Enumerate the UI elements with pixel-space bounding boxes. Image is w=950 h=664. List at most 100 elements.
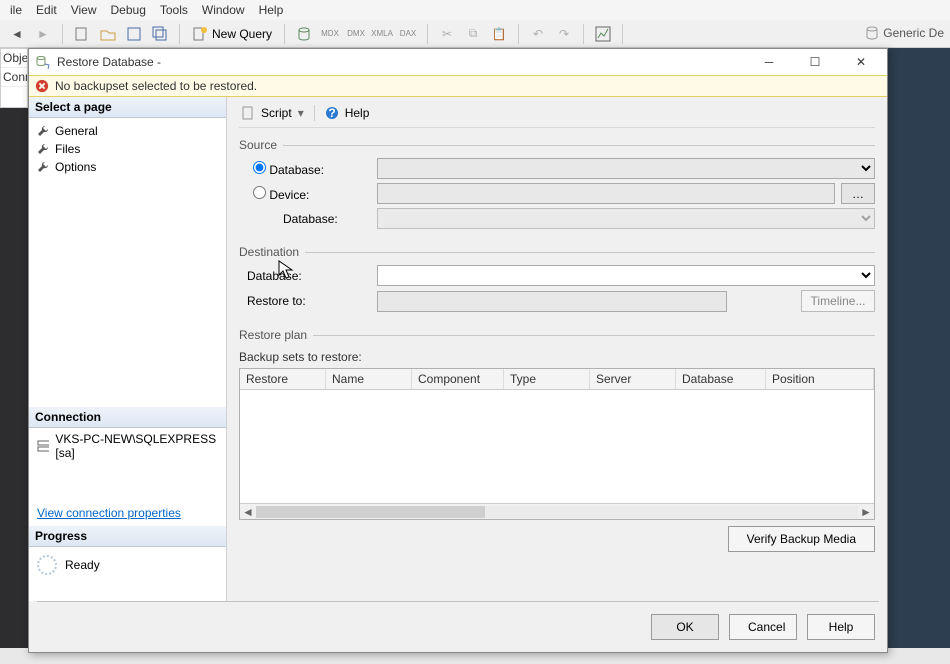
app-menubar: ile Edit View Debug Tools Window Help [0, 0, 950, 20]
script-button[interactable]: Script [261, 106, 292, 120]
dialog-title: Restore Database - [57, 55, 743, 69]
error-icon [35, 79, 49, 93]
progress-status: Ready [29, 547, 226, 583]
menu-file[interactable]: ile [10, 3, 22, 17]
dialog-sidebar: Select a page General Files Options Conn… [29, 97, 227, 601]
svg-text:?: ? [328, 106, 335, 120]
xmla-button[interactable]: XMLA [371, 23, 393, 45]
help-icon: ? [325, 106, 339, 120]
restore-to-field [377, 291, 727, 312]
nav-fwd-icon: ► [32, 23, 54, 45]
backup-sets-label: Backup sets to restore: [239, 348, 875, 368]
new-project-icon[interactable] [71, 23, 93, 45]
object-explorer-fragment: Obje Conn [0, 48, 28, 108]
sidebar-item-files[interactable]: Files [29, 140, 226, 158]
script-icon [241, 106, 255, 120]
cancel-button[interactable]: Cancel [729, 614, 797, 640]
restore-icon [35, 54, 51, 70]
dest-database-label: Database: [247, 269, 302, 283]
scroll-right-icon[interactable]: ► [858, 505, 874, 519]
browse-device-button[interactable]: … [841, 183, 875, 204]
server-icon [37, 439, 49, 453]
verify-backup-button[interactable]: Verify Backup Media [728, 526, 875, 552]
open-icon[interactable] [97, 23, 119, 45]
source-device-db-combo [377, 208, 875, 229]
source-database-combo[interactable] [377, 158, 875, 179]
source-database-radio-label[interactable]: Database: [253, 163, 324, 177]
restore-to-label: Restore to: [247, 294, 306, 308]
sidebar-item-general[interactable]: General [29, 122, 226, 140]
save-all-icon[interactable] [149, 23, 171, 45]
col-restore[interactable]: Restore [240, 369, 326, 389]
paste-icon: 📋 [488, 23, 510, 45]
horizontal-scrollbar[interactable]: ◄ ► [240, 503, 874, 519]
timeline-button: Timeline... [801, 290, 875, 312]
copy-icon: ⧉ [462, 23, 484, 45]
menu-help[interactable]: Help [259, 3, 284, 17]
source-legend: Source [239, 138, 283, 152]
script-help-bar: Script ▾ ? Help [239, 103, 875, 128]
sidebar-item-label: Options [55, 160, 96, 174]
menu-tools[interactable]: Tools [160, 3, 188, 17]
restore-plan-legend: Restore plan [239, 328, 313, 342]
cut-icon: ✂ [436, 23, 458, 45]
wrench-icon [37, 143, 49, 155]
dest-database-combo[interactable] [377, 265, 875, 286]
source-device-radio-label[interactable]: Device: [253, 188, 309, 202]
wrench-icon [37, 125, 49, 137]
restore-database-dialog: Restore Database - ─ ☐ ✕ No backupset se… [28, 48, 888, 653]
dax-button[interactable]: DAX [397, 23, 419, 45]
source-database-radio[interactable] [253, 161, 266, 174]
connection-header: Connection [29, 407, 226, 428]
connection-info: VKS-PC-NEW\SQLEXPRESS [sa] [29, 428, 226, 464]
backup-sets-table[interactable]: Restore Name Component Type Server Datab… [239, 368, 875, 520]
ok-button[interactable]: OK [651, 614, 719, 640]
col-server[interactable]: Server [590, 369, 676, 389]
new-query-button[interactable]: New Query [188, 26, 276, 42]
sidebar-item-label: General [55, 124, 98, 138]
col-name[interactable]: Name [326, 369, 412, 389]
view-connection-link[interactable]: View connection properties [29, 500, 226, 526]
connection-label: VKS-PC-NEW\SQLEXPRESS [sa] [55, 432, 218, 460]
dialog-footer: OK Cancel Help [29, 602, 887, 652]
progress-header: Progress [29, 526, 226, 547]
menu-window[interactable]: Window [202, 3, 245, 17]
new-query-icon [192, 26, 208, 42]
close-button[interactable]: ✕ [841, 50, 881, 74]
dmx-button[interactable]: DMX [345, 23, 367, 45]
dialog-content: Script ▾ ? Help Source Database: Device: [227, 97, 887, 601]
generic-db-dropdown[interactable]: Generic De [865, 26, 944, 40]
col-component[interactable]: Component [412, 369, 504, 389]
wrench-icon [37, 161, 49, 173]
scroll-left-icon[interactable]: ◄ [240, 505, 256, 519]
help-button[interactable]: Help [807, 614, 875, 640]
col-type[interactable]: Type [504, 369, 590, 389]
source-device-db-label: Database: [283, 212, 338, 226]
table-body [240, 390, 874, 503]
db-query-icon[interactable] [293, 23, 315, 45]
sidebar-item-label: Files [55, 142, 80, 156]
spinner-icon [37, 555, 57, 575]
minimize-button[interactable]: ─ [749, 50, 789, 74]
source-device-radio[interactable] [253, 186, 266, 199]
menu-view[interactable]: View [71, 3, 97, 17]
maximize-button[interactable]: ☐ [795, 50, 835, 74]
col-database[interactable]: Database [676, 369, 766, 389]
redo-icon: ↷ [553, 23, 575, 45]
new-query-label: New Query [212, 27, 272, 41]
mdx-button[interactable]: MDX [319, 23, 341, 45]
activity-monitor-icon[interactable] [592, 23, 614, 45]
script-dropdown-icon[interactable]: ▾ [298, 106, 304, 120]
menu-edit[interactable]: Edit [36, 3, 57, 17]
sidebar-item-options[interactable]: Options [29, 158, 226, 176]
source-device-field [377, 183, 835, 204]
col-position[interactable]: Position [766, 369, 874, 389]
save-icon[interactable] [123, 23, 145, 45]
nav-back-icon[interactable]: ◄ [6, 23, 28, 45]
app-toolbar: ◄ ► New Query MDX DMX XMLA DAX ✂ ⧉ 📋 ↶ ↷ [0, 20, 950, 48]
select-page-header: Select a page [29, 97, 226, 118]
scroll-thumb[interactable] [256, 506, 485, 518]
menu-debug[interactable]: Debug [111, 3, 146, 17]
progress-label: Ready [65, 558, 100, 572]
help-button[interactable]: Help [345, 106, 370, 120]
